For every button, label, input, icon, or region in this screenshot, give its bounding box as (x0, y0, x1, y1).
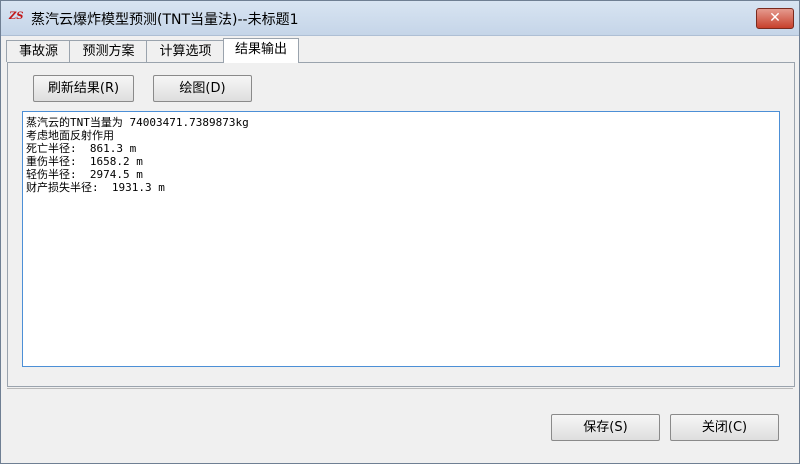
tab-accident-source[interactable]: 事故源 (6, 40, 71, 62)
save-button[interactable]: 保存(S) (551, 414, 660, 441)
result-line-tnt-equivalent: 蒸汽云的TNT当量为 74003471.7389873kg (26, 116, 249, 129)
close-window-button[interactable]: ✕ (756, 8, 794, 29)
divider (7, 388, 793, 391)
result-line-property-loss-radius: 财产损失半径: 1931.3 m (26, 181, 165, 194)
tab-prediction-plan[interactable]: 预测方案 (69, 40, 148, 62)
window-title: 蒸汽云爆炸模型预测(TNT当量法)--未标题1 (31, 12, 299, 28)
result-line-death-radius: 死亡半径: 861.3 m (26, 142, 137, 155)
title-bar[interactable]: ZS 蒸汽云爆炸模型预测(TNT当量法)--未标题1 ✕ (1, 1, 799, 36)
tab-calculation-options[interactable]: 计算选项 (146, 40, 225, 62)
result-line-serious-injury-radius: 重伤半径: 1658.2 m (26, 155, 143, 168)
app-logo-icon: ZS (9, 11, 24, 22)
results-text: 蒸汽云的TNT当量为 74003471.7389873kg 考虑地面反射作用 死亡半… (26, 116, 249, 194)
close-button[interactable]: 关闭(C) (670, 414, 779, 441)
result-line-ground-reflection: 考虑地面反射作用 (26, 129, 114, 142)
plot-button[interactable]: 绘图(D) (153, 75, 252, 102)
result-line-minor-injury-radius: 轻伤半径: 2974.5 m (26, 168, 143, 181)
results-textarea[interactable]: 蒸汽云的TNT当量为 74003471.7389873kg 考虑地面反射作用 死亡半… (22, 111, 780, 367)
refresh-results-button[interactable]: 刷新结果(R) (33, 75, 134, 102)
tab-results-output[interactable]: 结果输出 (223, 38, 299, 63)
dialog-window: ZS 蒸汽云爆炸模型预测(TNT当量法)--未标题1 ✕ 事故源 预测方案 计算… (0, 0, 800, 464)
